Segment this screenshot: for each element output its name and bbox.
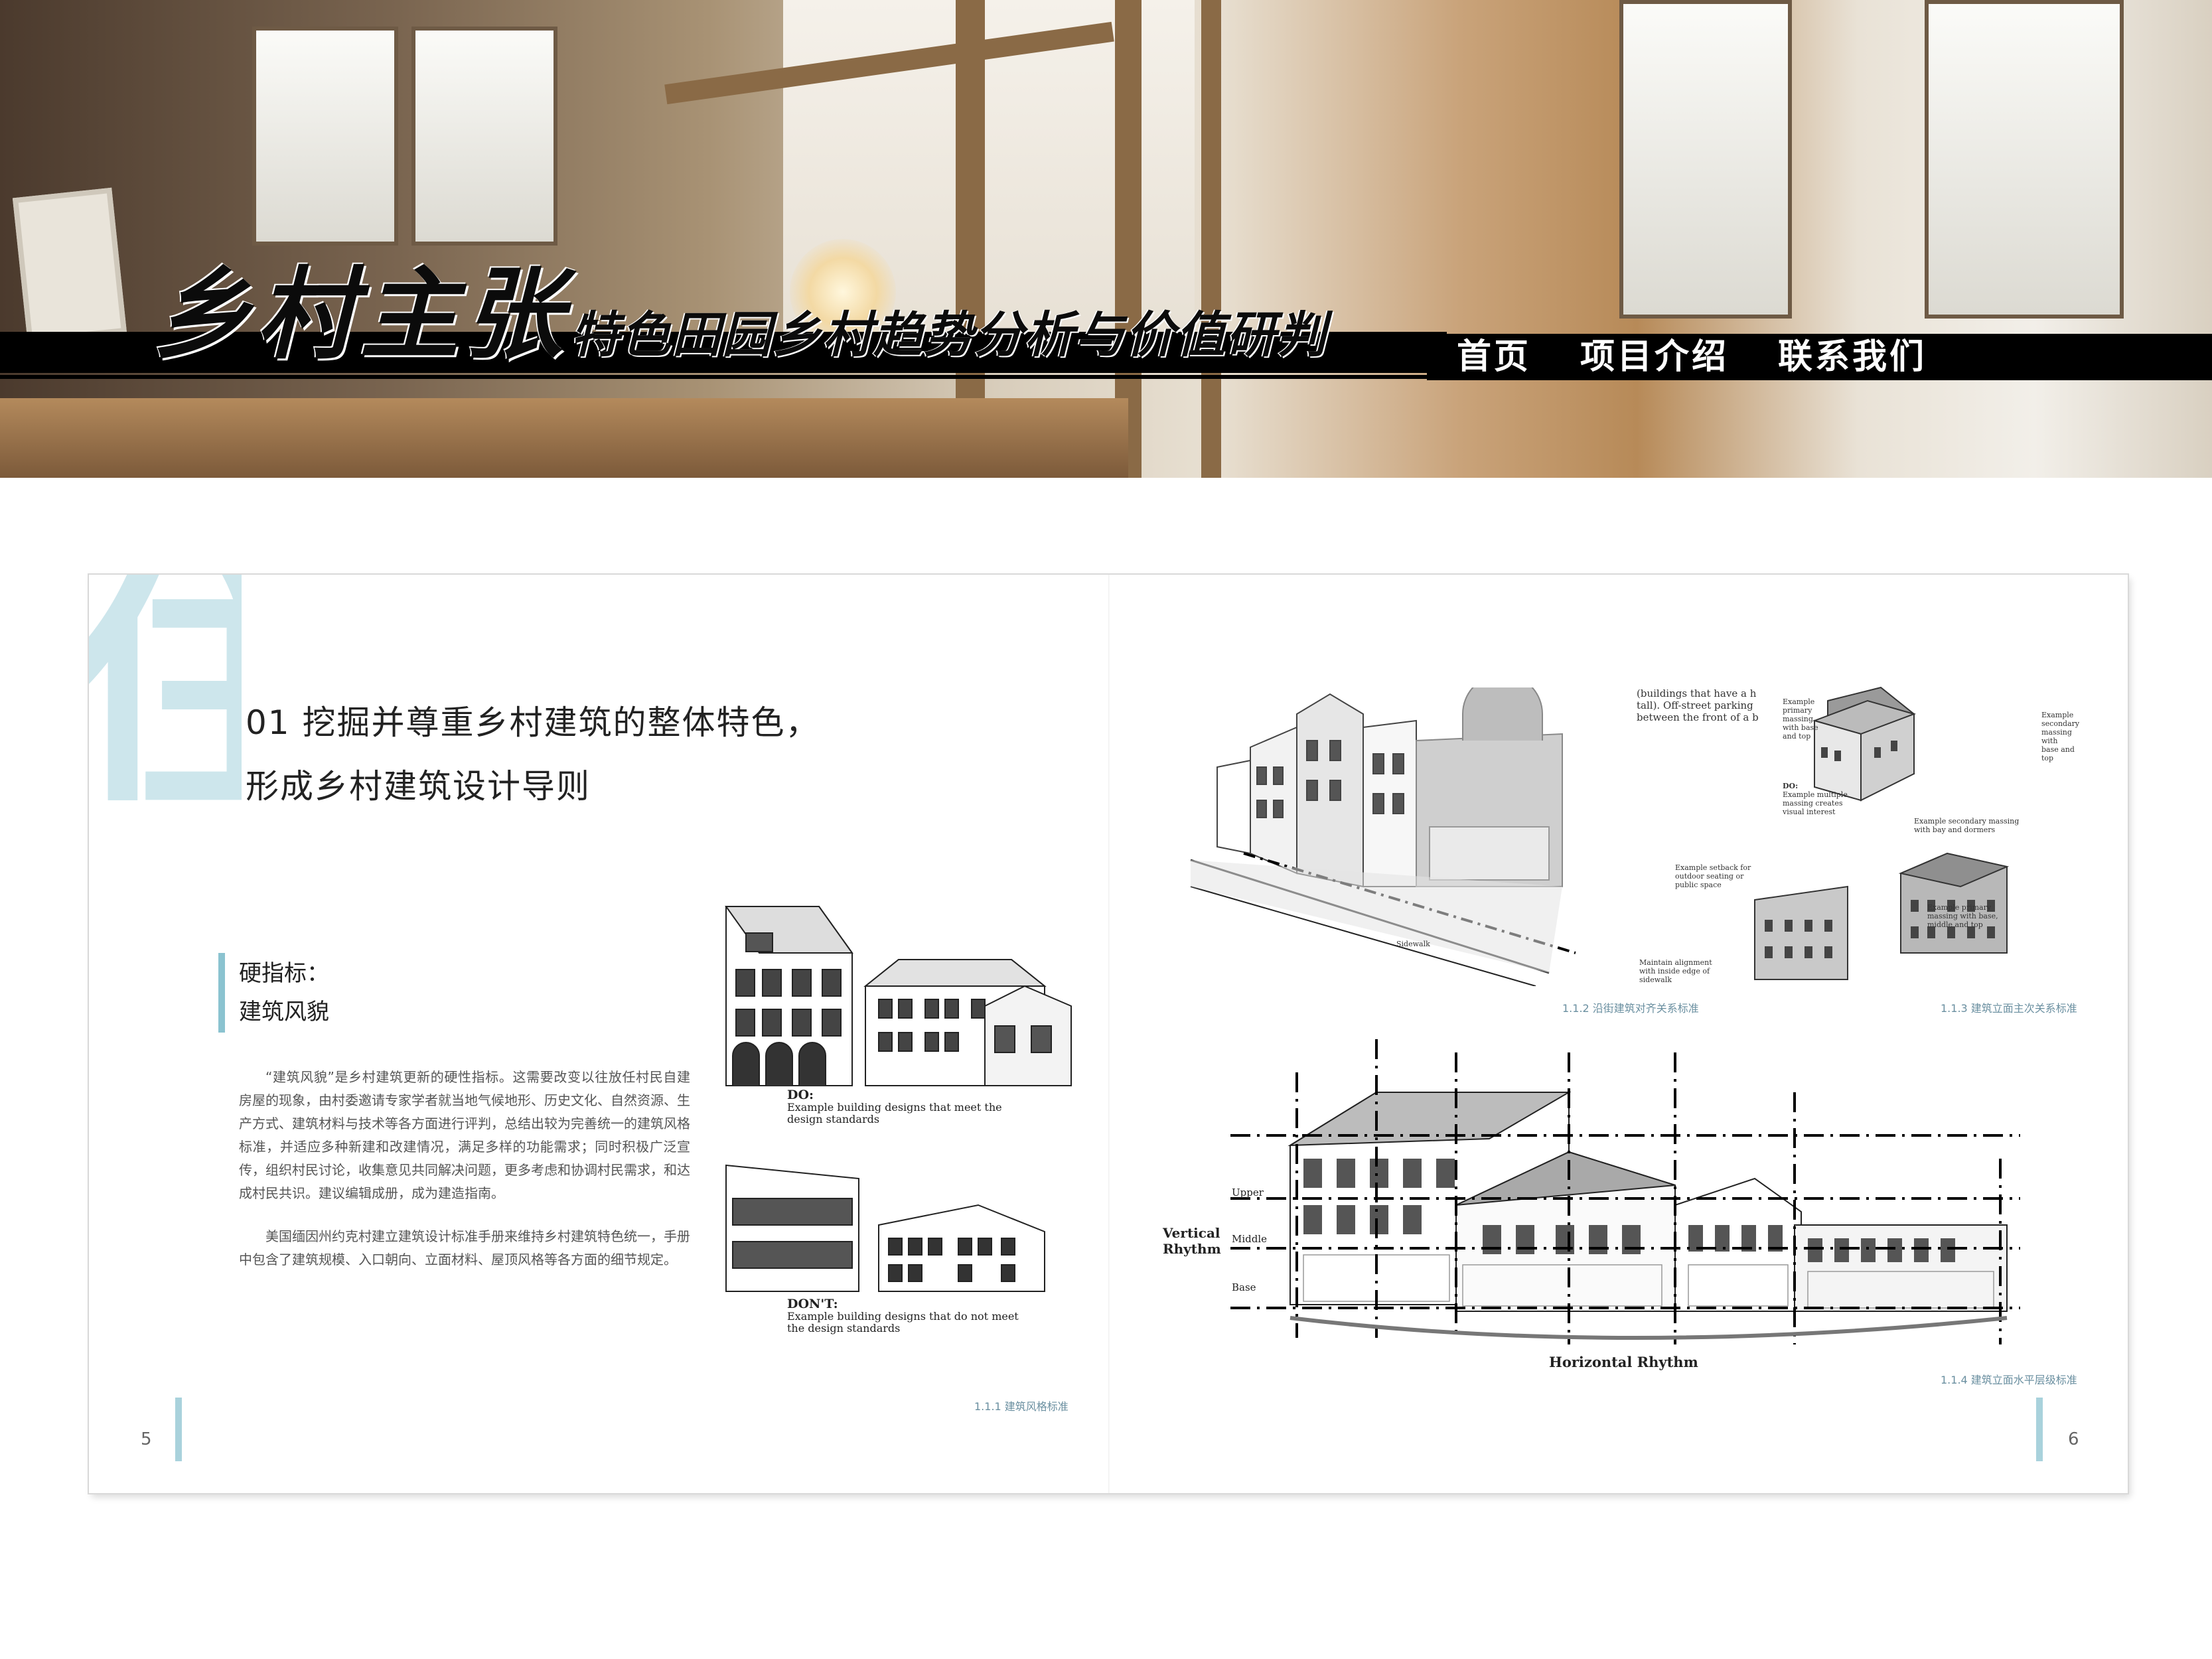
site-subtitle: 特色田园乡村趋势分析与价值研判	[571, 307, 1327, 364]
hero-beam	[1201, 0, 1221, 478]
figure-style-standard: DO: Example building designs that meet th…	[700, 853, 1157, 1334]
fig2-top-text-2: tall). Off-street parking	[1637, 699, 1753, 711]
fig2-setback-1: Example setback for	[1675, 863, 1751, 872]
fig1-dont-text-1: Example building designs that do not mee…	[787, 1310, 1019, 1323]
fig3-primary-5: and top	[1783, 732, 1811, 741]
fig1-do-label: DO: Example building designs that meet th…	[787, 1089, 1002, 1125]
hero-picture-frame	[12, 187, 127, 344]
fig2-sidewalk-label: Sidewalk	[1396, 940, 1430, 948]
section-title: 01 挖掘并尊重乡村建筑的整体特色， 形成乡村建筑设计导则	[246, 691, 820, 818]
fig2-align-2: with inside edge of	[1639, 967, 1710, 975]
main-nav: 首页 项目介绍 联系我们	[1427, 334, 2212, 380]
decorative-glyph: 住	[89, 575, 242, 800]
fig3-primary-4: with base	[1783, 723, 1818, 732]
fig3-do-1: Example multiple	[1783, 790, 1848, 799]
fig1-do-text-1: Example building designs that meet the	[787, 1101, 1002, 1114]
fig4-upper-label: Upper	[1232, 1187, 1264, 1198]
fig2-top-text: (buildings that have a h tall). Off-stree…	[1637, 687, 1759, 723]
figure-facade-rhythm: Upper Middle Base Vertical Rhythm Horizon…	[1157, 1026, 2040, 1398]
page-accent-bar-right	[2036, 1398, 2043, 1461]
fig3-primary-1: Example	[1783, 697, 1815, 706]
fig3-primary-note: Example primary massing with base and top	[1783, 697, 1818, 741]
fig2-top-text-1: (buildings that have a h	[1637, 687, 1757, 699]
fig2-setback-note: Example setback for outdoor seating or pub…	[1675, 863, 1751, 889]
fig2-align-1: Maintain alignment	[1639, 958, 1712, 967]
fig4-base-label: Base	[1232, 1281, 1256, 1293]
figure-massing: Example primary massing with base and top Ex…	[1748, 674, 2080, 999]
decorative-glyph-text: 住	[89, 575, 242, 800]
fig2-caption: 1.1.2 沿街建筑对齐关系标准	[1562, 1002, 1699, 1015]
nav-contact-link[interactable]: 联系我们	[1778, 334, 1927, 380]
hero-window	[1925, 0, 2124, 319]
figure-2-drawing	[1190, 674, 1576, 987]
fig3-primary-3: massing	[1783, 715, 1813, 723]
hero-window	[1619, 0, 1792, 319]
fig3-secondary-4: base and top	[2041, 745, 2075, 762]
hero-banner: 乡村主张 特色田园乡村趋势分析与价值研判	[0, 0, 2212, 478]
fig4-vertical-2: Rhythm	[1163, 1241, 1221, 1257]
section-title-line-1: 01 挖掘并尊重乡村建筑的整体特色，	[246, 703, 820, 742]
hero-window	[411, 27, 557, 246]
fig1-caption: 1.1.1 建筑风格标准	[974, 1400, 1069, 1413]
fig2-top-text-3: between the front of a b	[1637, 711, 1759, 723]
subhead-line-1: 硬指标：	[239, 960, 329, 987]
page-number-right: 6	[2068, 1429, 2079, 1449]
fig3-do-2: massing creates	[1783, 799, 1843, 808]
fig3-primary-2: primary	[1783, 706, 1812, 715]
page-accent-bar-left	[175, 1398, 182, 1461]
fig1-dont-text-2: the design standards	[787, 1322, 901, 1334]
fig3-secondary-note: Example secondary massing with base and top	[2041, 711, 2080, 762]
fig3-do-3: visual interest	[1783, 808, 1836, 816]
fig1-do-title: DO:	[787, 1088, 814, 1102]
title-bar-underline	[0, 375, 1447, 379]
figure-street-alignment: (buildings that have a h tall). Off-stree…	[1177, 674, 1775, 987]
subhead-accent-bar	[218, 953, 225, 1033]
fig3-secondary-1: Example	[2041, 711, 2074, 719]
hero-shelf	[0, 398, 1128, 478]
fig4-horizontal-rhythm-label: Horizontal Rhythm	[1549, 1354, 1698, 1370]
fig4-middle-label: Middle	[1232, 1233, 1268, 1245]
fig3-base-3: middle and top	[1927, 920, 1983, 929]
fig3-bay-note: Example secondary massing with bay and do…	[1914, 817, 2019, 834]
fig3-secondary-3: massing with	[2041, 728, 2072, 745]
fig4-vertical-rhythm-label: Vertical Rhythm	[1163, 1225, 1221, 1257]
site-title: 乡村主张	[153, 257, 567, 373]
fig1-do-text-2: design standards	[787, 1113, 880, 1125]
fig4-vertical-1: Vertical	[1163, 1225, 1220, 1241]
hero-window	[252, 27, 398, 246]
fig3-base-1: Example primary	[1927, 903, 1992, 912]
body-paragraph-1: “建筑风貌”是乡村建筑更新的硬性指标。这需要改变以往放任村民自建房屋的现象，由村…	[239, 1069, 690, 1201]
subhead: 硬指标： 建筑风貌	[239, 954, 329, 1031]
fig1-dont-title: DON'T:	[787, 1297, 838, 1311]
fig3-bay-1: Example secondary massing	[1914, 817, 2020, 826]
fig2-align-3: sidewalk	[1639, 975, 1672, 984]
fig2-alignment-note: Maintain alignment with inside edge of sid…	[1639, 958, 1712, 984]
fig3-do-title: DO:	[1783, 782, 1799, 790]
fig3-caption: 1.1.3 建筑立面主次关系标准	[1941, 1002, 2077, 1015]
figure-4-drawing	[1230, 1039, 2020, 1344]
fig4-caption: 1.1.4 建筑立面水平层级标准	[1941, 1374, 2077, 1386]
body-paragraph-2: 美国缅因州约克村建立建筑设计标准手册来维持乡村建筑特色统一，手册中包含了建筑规模…	[239, 1228, 690, 1267]
fig3-bay-2: with bay and dormers	[1914, 826, 1996, 834]
fig3-base-2: massing with base,	[1927, 912, 1998, 920]
magazine-spread: 住 01 挖掘并尊重乡村建筑的整体特色， 形成乡村建筑设计导则 硬指标： 建筑风…	[89, 575, 2128, 1493]
fig2-setback-3: public space	[1675, 881, 1722, 889]
section-title-line-2: 形成乡村建筑设计导则	[246, 767, 591, 806]
fig2-setback-2: outdoor seating or	[1675, 872, 1744, 881]
fig3-secondary-2: secondary	[2041, 719, 2080, 728]
nav-home-link[interactable]: 首页	[1457, 334, 1531, 380]
page-number-left: 5	[141, 1429, 152, 1449]
fig3-do-note: DO: Example multiple massing creates visual…	[1783, 782, 1848, 816]
nav-projects-link[interactable]: 项目介绍	[1580, 334, 1729, 380]
fig3-base-note: Example primary massing with base, middle …	[1927, 903, 1998, 929]
subhead-line-2: 建筑风貌	[239, 999, 329, 1025]
body-text: “建筑风貌”是乡村建筑更新的硬性指标。这需要改变以往放任村民自建房屋的现象，由村…	[239, 1066, 690, 1291]
fig1-dont-label: DON'T: Example building designs that do n…	[787, 1298, 1019, 1334]
